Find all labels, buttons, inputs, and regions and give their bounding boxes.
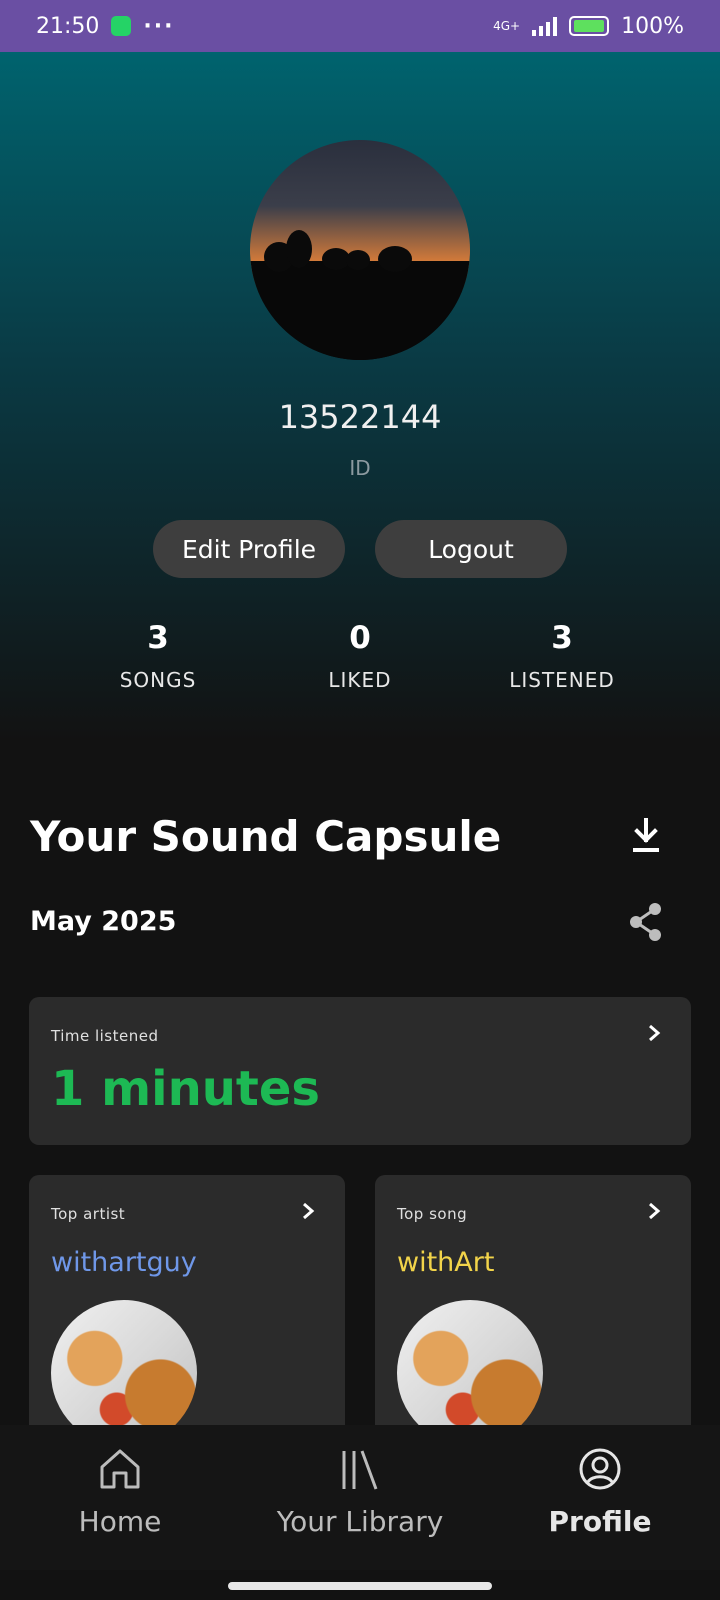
home-icon	[100, 1449, 140, 1489]
chevron-right-icon	[649, 1202, 661, 1220]
share-icon[interactable]	[628, 902, 664, 942]
bottom-navigation: Home Your Library Profile	[0, 1425, 720, 1570]
top-song-name: withArt	[397, 1247, 495, 1278]
top-song-card[interactable]: Top song withArt	[375, 1175, 691, 1446]
profile-username: 13522144	[278, 398, 442, 436]
stat-value: 3	[551, 620, 573, 656]
nav-home[interactable]: Home	[0, 1425, 240, 1570]
top-artist-card[interactable]: Top artist withartguy	[29, 1175, 345, 1446]
stat-liked: 0 LIKED	[270, 620, 450, 692]
profile-avatar[interactable]	[250, 140, 470, 360]
stat-songs: 3 SONGS	[68, 620, 248, 692]
sound-capsule-title: Your Sound Capsule	[30, 812, 502, 861]
nav-label: Profile	[548, 1505, 652, 1538]
network-type: 4G+	[493, 19, 521, 33]
more-notifications-icon: ···	[143, 13, 175, 39]
top-artist-name: withartguy	[51, 1247, 197, 1278]
stat-value: 0	[349, 620, 371, 656]
stat-listened: 3 LISTENED	[472, 620, 652, 692]
time-listened-value: 1 minutes	[51, 1061, 320, 1117]
top-artist-label: Top artist	[51, 1205, 126, 1223]
library-icon	[342, 1450, 378, 1490]
nav-label: Home	[78, 1505, 162, 1538]
battery-icon	[569, 16, 610, 36]
status-bar: 21:50 ··· 4G+ 100%	[0, 0, 720, 52]
stat-value: 3	[147, 620, 169, 656]
logout-button[interactable]: Logout	[375, 520, 567, 578]
time-listened-label: Time listened	[51, 1027, 159, 1045]
nav-label: Your Library	[276, 1505, 444, 1538]
top-song-label: Top song	[397, 1205, 468, 1223]
home-indicator[interactable]	[228, 1582, 492, 1590]
chevron-right-icon	[649, 1024, 661, 1042]
edit-profile-button[interactable]: Edit Profile	[153, 520, 345, 578]
nav-profile[interactable]: Profile	[480, 1425, 720, 1570]
profile-icon	[579, 1448, 621, 1490]
chevron-right-icon	[303, 1202, 315, 1220]
download-icon[interactable]	[630, 818, 662, 854]
signal-icon	[532, 16, 558, 36]
capsule-month: May 2025	[30, 906, 177, 937]
stat-label: LIKED	[328, 668, 392, 692]
battery-level: 100%	[621, 13, 684, 39]
stat-label: LISTENED	[509, 668, 615, 692]
profile-id-label: ID	[349, 456, 371, 480]
time-listened-card[interactable]: Time listened 1 minutes	[29, 997, 691, 1145]
nav-your-library[interactable]: Your Library	[240, 1425, 480, 1570]
stat-label: SONGS	[119, 668, 197, 692]
whatsapp-notification-icon	[111, 16, 132, 36]
status-time: 21:50	[36, 13, 100, 39]
